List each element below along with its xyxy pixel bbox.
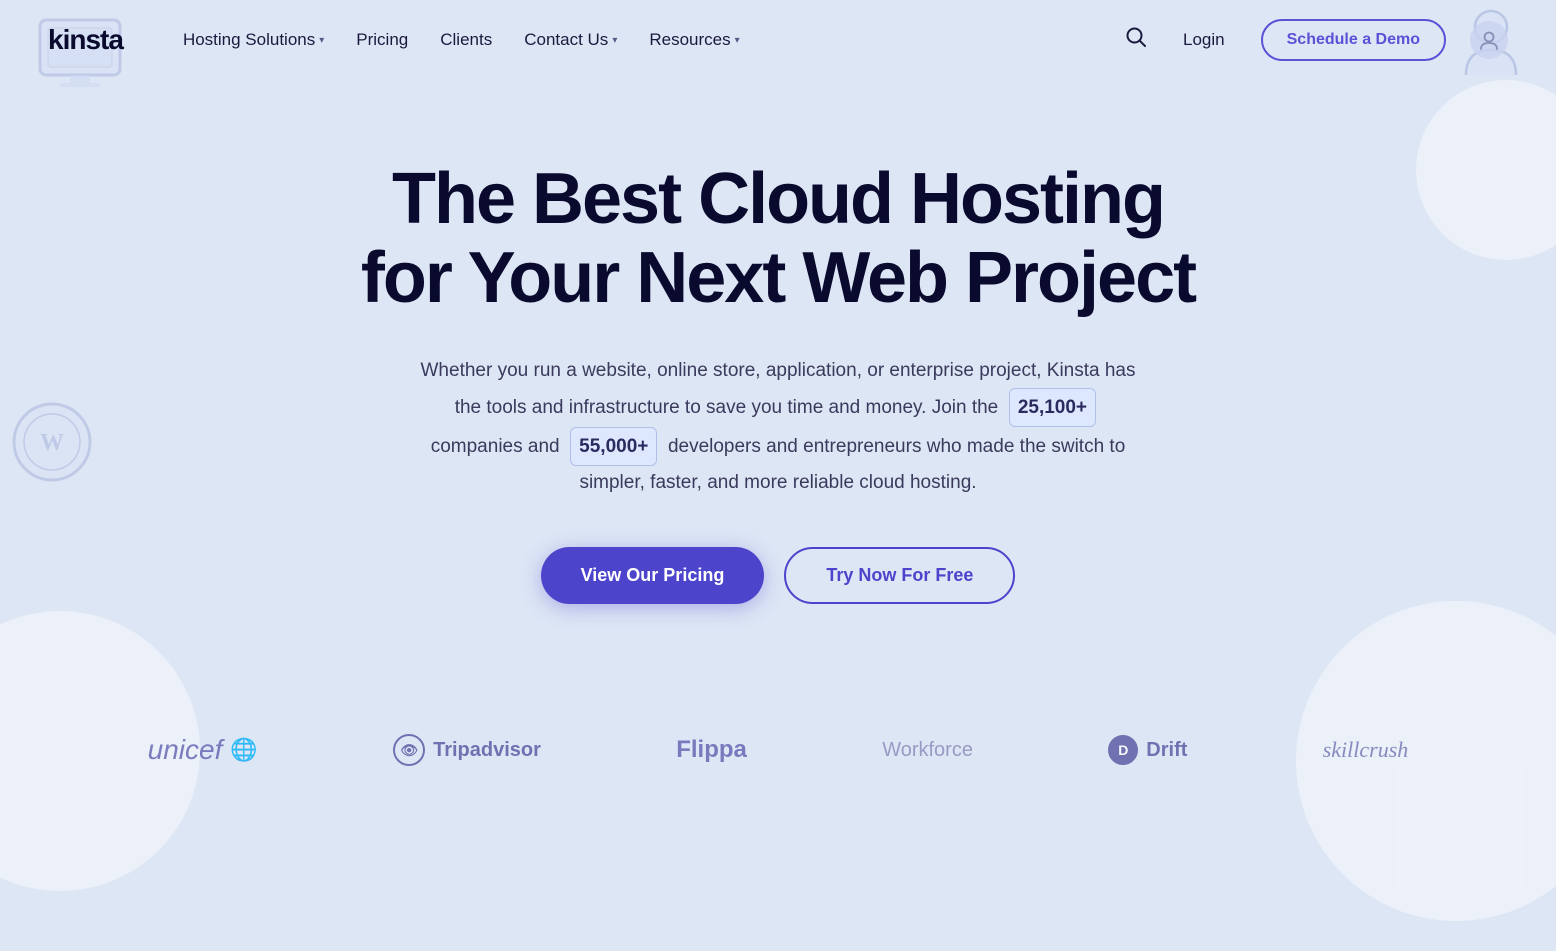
skillcrush-logo: skillcrush	[1323, 737, 1409, 763]
nav-right: Login Schedule a Demo	[1125, 19, 1508, 61]
flippa-logo: Flippa	[676, 736, 747, 764]
drift-logo: D Drift	[1108, 735, 1187, 765]
try-free-button[interactable]: Try Now For Free	[784, 547, 1015, 604]
hero-title: The Best Cloud Hosting for Your Next Web…	[361, 160, 1195, 318]
hero-buttons: View Our Pricing Try Now For Free	[541, 547, 1016, 604]
login-button[interactable]: Login	[1171, 22, 1237, 58]
chevron-down-icon: ▾	[319, 35, 324, 46]
unicef-logo: unicef 🌐	[148, 734, 258, 766]
site-logo[interactable]: KINStA	[48, 24, 123, 56]
chevron-down-icon: ▾	[612, 35, 617, 46]
nav-links: Hosting Solutions ▾ Pricing Clients Cont…	[171, 22, 1125, 58]
nav-pricing[interactable]: Pricing	[344, 22, 420, 58]
hero-subtitle: Whether you run a website, online store,…	[418, 354, 1138, 499]
nav-clients[interactable]: Clients	[428, 22, 504, 58]
navbar: KINStA Hosting Solutions ▾ Pricing Clien…	[0, 0, 1556, 80]
nav-contact-us[interactable]: Contact Us ▾	[512, 22, 629, 58]
user-avatar[interactable]	[1470, 21, 1508, 59]
workforce-logo: Workforce	[882, 739, 973, 762]
schedule-demo-button[interactable]: Schedule a Demo	[1261, 19, 1446, 61]
nav-hosting-solutions[interactable]: Hosting Solutions ▾	[171, 22, 336, 58]
tripadvisor-logo: 👁 Tripadvisor	[393, 734, 541, 766]
view-pricing-button[interactable]: View Our Pricing	[541, 547, 765, 604]
companies-badge: 25,100+	[1009, 388, 1096, 427]
developers-badge: 55,000+	[570, 427, 657, 466]
search-button[interactable]	[1125, 26, 1147, 54]
nav-resources[interactable]: Resources ▾	[637, 22, 751, 58]
tripadvisor-icon: 👁	[393, 734, 425, 766]
hero-section: The Best Cloud Hosting for Your Next Web…	[0, 80, 1556, 664]
client-logos-bar: unicef 🌐 👁 Tripadvisor Flippa Workforce …	[0, 694, 1556, 806]
drift-icon: D	[1108, 735, 1138, 765]
chevron-down-icon: ▾	[735, 35, 740, 46]
